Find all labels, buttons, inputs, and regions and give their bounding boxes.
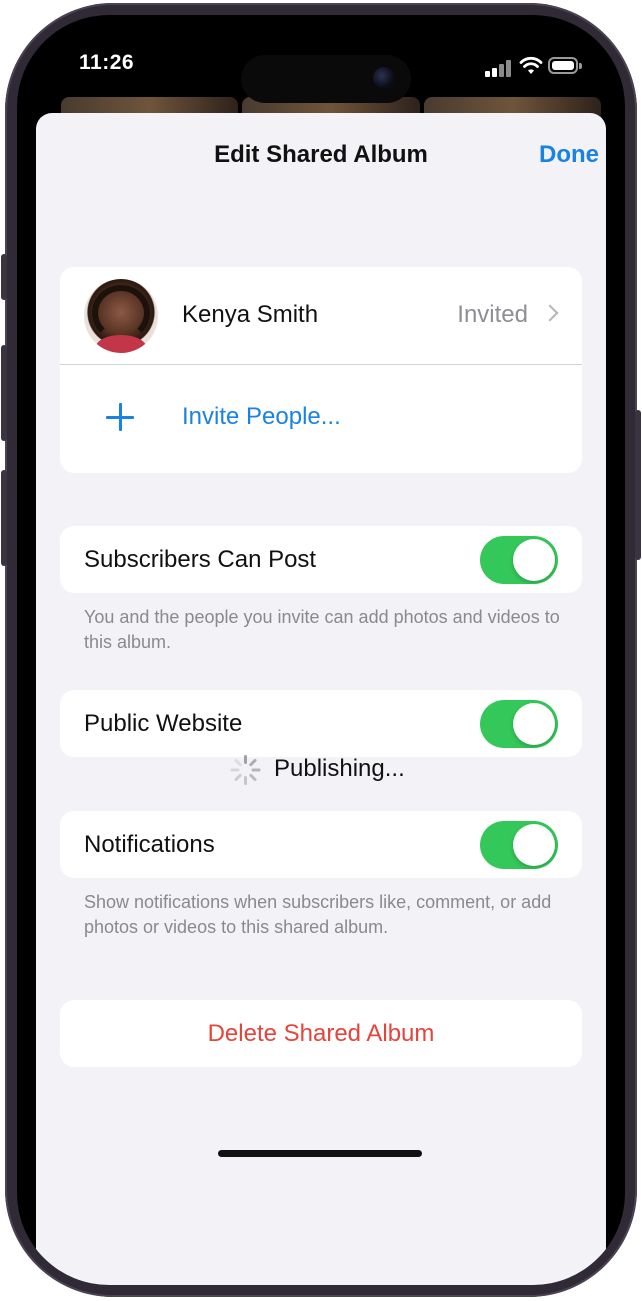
done-button[interactable]: Done	[539, 141, 599, 169]
invite-people-row[interactable]: Invite People...	[60, 365, 582, 473]
action-button	[1, 254, 7, 300]
volume-down-button	[1, 470, 7, 566]
member-name: Kenya Smith	[182, 301, 319, 328]
edit-shared-album-sheet: Edit Shared Album Done Kenya Smith Invit…	[36, 113, 606, 1285]
spinner-icon	[230, 755, 261, 785]
home-indicator[interactable]	[218, 1150, 422, 1157]
notifications-toggle[interactable]	[480, 821, 558, 869]
people-group: Kenya Smith Invited Invite People...	[60, 267, 582, 473]
subscribers-can-post-toggle[interactable]	[480, 536, 558, 584]
delete-shared-album-button[interactable]: Delete Shared Album	[60, 1000, 582, 1067]
subscribers-can-post-row: Subscribers Can Post	[60, 526, 582, 593]
member-status: Invited	[457, 301, 528, 328]
battery-icon	[548, 57, 582, 74]
wifi-icon	[519, 56, 543, 74]
notifications-label: Notifications	[84, 831, 215, 858]
public-website-row: Public Website	[60, 690, 582, 757]
page-title: Edit Shared Album	[214, 141, 428, 168]
nav-bar: Edit Shared Album Done	[36, 113, 606, 203]
delete-shared-album-label: Delete Shared Album	[207, 1020, 435, 1047]
status-time: 11:26	[79, 51, 135, 74]
front-camera	[373, 67, 395, 89]
public-website-label: Public Website	[84, 710, 243, 737]
chevron-right-icon	[541, 304, 559, 322]
volume-up-button	[1, 345, 7, 441]
notifications-row: Notifications	[60, 811, 582, 878]
cellular-signal-icon	[485, 59, 513, 77]
subscribers-can-post-footnote: You and the people you invite can add ph…	[84, 607, 560, 652]
power-button	[635, 410, 641, 560]
publishing-text: Publishing...	[274, 755, 405, 782]
notifications-footnote: Show notifications when subscribers like…	[84, 892, 552, 937]
subscribers-can-post-label: Subscribers Can Post	[84, 546, 317, 573]
invite-people-link[interactable]: Invite People...	[182, 403, 341, 431]
plus-icon	[106, 403, 134, 431]
status-bar: 11:26	[17, 15, 625, 115]
screen: 11:26 Edit Shared Album Done Kenya Smith…	[17, 15, 625, 1285]
avatar	[84, 279, 158, 353]
public-website-toggle[interactable]	[480, 700, 558, 748]
member-row[interactable]: Kenya Smith Invited	[60, 267, 582, 364]
